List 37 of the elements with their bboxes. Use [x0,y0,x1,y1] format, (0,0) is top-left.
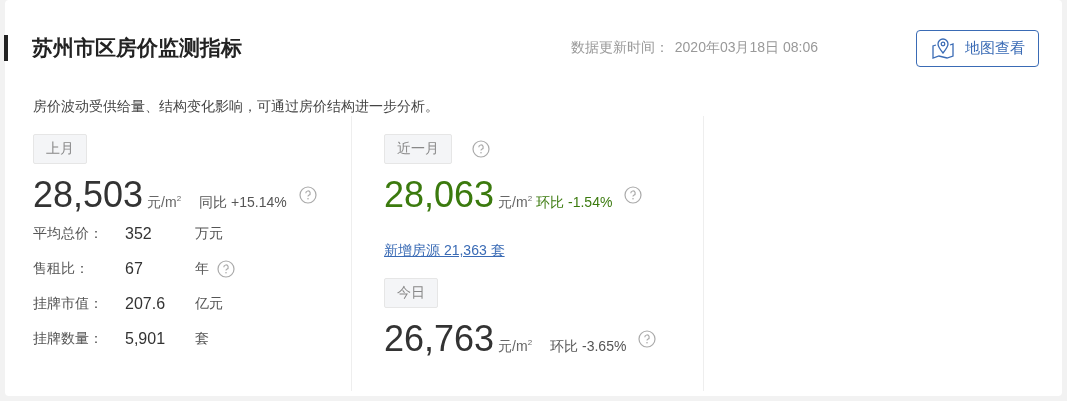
title-bar-marker [4,35,8,61]
stat-label: 挂牌市值： [33,294,104,313]
price-value: 28,063 [384,174,495,216]
update-time: 2020年03月18日 08:06 [674,39,818,57]
help-icon[interactable] [298,186,317,204]
map-view-button[interactable]: 地图查看 [916,29,1039,67]
price-value: 28,503 [33,174,144,216]
change-text: 同比 +15.14% [199,194,287,212]
stat-value: 67 [125,259,144,278]
stat-value: 352 [125,224,153,243]
price-unit: 元/m$^{2}$ [147,194,182,212]
price-unit: 元/m$^{2}$ [498,338,533,356]
price-value: 26,763 [384,318,495,360]
change-text: 环比 -1.54% [536,194,613,212]
stat-value: 5,901 [125,329,167,348]
period-tag: 上月 [33,134,87,164]
page-title: 苏州市区房价监测指标 [32,35,243,61]
stat-label: 售租比： [33,259,90,278]
stat-value: 207.6 [125,294,167,313]
stat-unit: 万元 [195,224,223,243]
change-text: 环比 -3.65% [550,338,627,356]
help-icon[interactable] [638,330,657,348]
period-tag: 今日 [384,278,438,308]
period-tag: 近一月 [384,134,452,164]
stat-unit: 亿元 [195,294,223,313]
stat-label: 挂牌数量： [33,329,104,348]
description-text: 房价波动受供给量、结构变化影响，可通过房价结构进一步分析。 [33,98,440,116]
stat-unit: 年 [195,259,209,278]
help-icon[interactable] [217,259,235,278]
map-pin-icon [930,37,955,59]
help-icon[interactable] [472,140,490,158]
price-unit: 元/m$^{2}$ [498,194,533,212]
update-label: 数据更新时间： [570,39,669,57]
stat-label: 平均总价： [33,224,104,243]
new-listings-link[interactable]: 新增房源 21,363 套 [384,242,505,260]
stat-unit: 套 [195,329,209,348]
help-icon[interactable] [624,186,643,204]
